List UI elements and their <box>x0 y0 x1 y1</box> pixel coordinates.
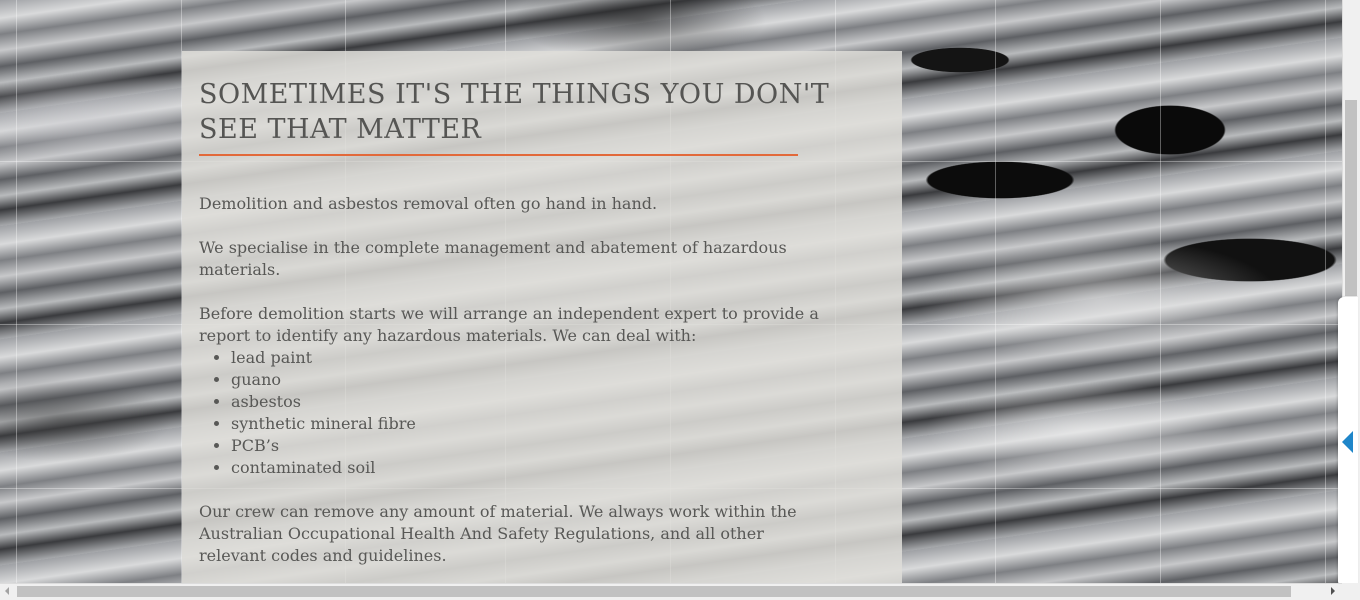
hazard-list: lead paint guano asbestos synthetic mine… <box>199 347 851 479</box>
scrollbar-corner <box>1342 583 1360 600</box>
guide-line <box>16 0 17 583</box>
guide-line <box>995 0 996 583</box>
intro-paragraph: Demolition and asbestos removal often go… <box>199 194 658 213</box>
scroll-left-arrow-icon[interactable] <box>5 587 9 595</box>
hazard-list-item: guano <box>231 369 851 391</box>
crew-paragraph: Our crew can remove any amount of materi… <box>199 502 797 565</box>
hazard-list-item: contaminated soil <box>231 457 851 479</box>
horizontal-scrollbar-thumb[interactable] <box>17 586 1291 597</box>
report-paragraph: Before demolition starts we will arrange… <box>199 304 819 345</box>
hazard-list-item: asbestos <box>231 391 851 413</box>
scroll-right-arrow-icon[interactable] <box>1331 587 1335 595</box>
guide-line <box>1325 0 1326 583</box>
page-title: SOMETIMES IT'S THE THINGS YOU DON'T SEE … <box>199 79 830 145</box>
content-panel: SOMETIMES IT'S THE THINGS YOU DON'T SEE … <box>182 51 902 583</box>
title-underline <box>199 154 798 156</box>
vertical-scrollbar-thumb[interactable] <box>1345 100 1357 296</box>
hazard-list-item: synthetic mineral fibre <box>231 413 851 435</box>
triangle-left-icon[interactable] <box>1342 431 1353 453</box>
specialise-paragraph: We specialise in the complete management… <box>199 238 787 279</box>
guide-line <box>1160 0 1161 583</box>
hazard-list-item: PCB’s <box>231 435 851 457</box>
hazard-list-item: lead paint <box>231 347 851 369</box>
